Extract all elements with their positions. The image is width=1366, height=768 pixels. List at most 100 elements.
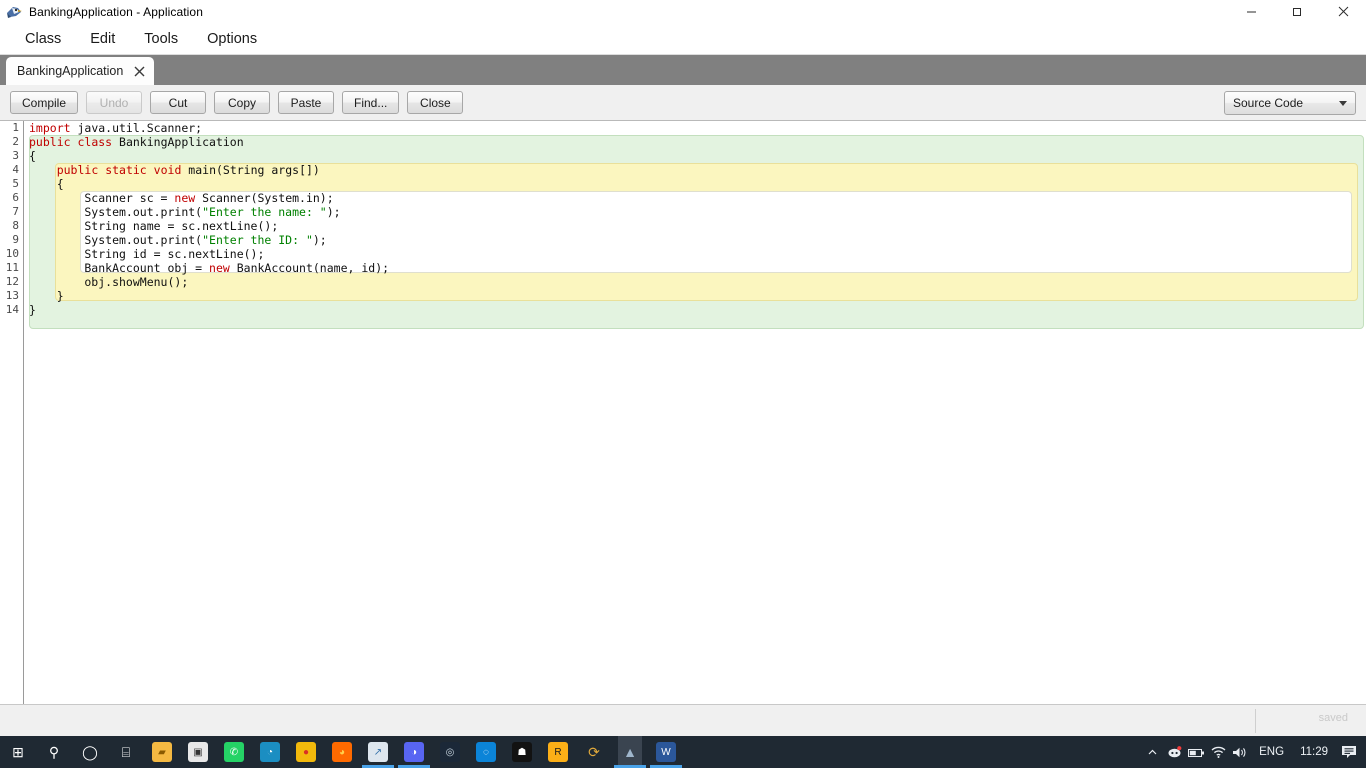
status-divider (1255, 709, 1256, 733)
firefox-icon-glyph: ◕ (332, 742, 352, 762)
line-number: 1 (12, 121, 19, 134)
line-number: 8 (12, 219, 19, 232)
code-line[interactable]: } (25, 303, 1366, 317)
microsoft-edge-icon[interactable]: ◔ (258, 736, 282, 768)
close-icon[interactable] (132, 64, 146, 78)
task-view-icon[interactable]: ⌸ (114, 736, 138, 768)
code-text: ); (326, 205, 341, 219)
code-text: String name = sc.nextLine(); (29, 219, 279, 233)
search-icon[interactable]: ⚲ (42, 736, 66, 768)
file-explorer-icon[interactable]: ▰ (150, 736, 174, 768)
bluej-bird-icon (5, 4, 23, 20)
view-selector-dropdown[interactable]: Source Code (1224, 91, 1356, 115)
code-text: BankAccount obj = (29, 261, 210, 275)
code-text: { (29, 177, 64, 191)
steam-icon[interactable]: ◎ (438, 736, 462, 768)
line-number: 6 (12, 191, 19, 204)
ubisoft-connect-icon-glyph: ◌ (476, 742, 496, 762)
google-chrome-icon[interactable]: ● (294, 736, 318, 768)
tab-bankingapplication[interactable]: BankingApplication (6, 57, 155, 85)
epic-games-icon[interactable]: ☗ (510, 736, 534, 768)
code-line[interactable]: import java.util.Scanner; (25, 121, 1366, 135)
rockstar-games-icon[interactable]: R (546, 736, 570, 768)
bluej-icon[interactable]: ▲ (614, 736, 646, 768)
code-line[interactable]: { (25, 149, 1366, 163)
language-indicator[interactable]: ENG (1251, 746, 1292, 758)
whatsapp-icon[interactable]: ✆ (222, 736, 246, 768)
line-number: 4 (12, 163, 19, 176)
bluej-icon-glyph: ▲ (623, 744, 637, 760)
microsoft-store-icon[interactable]: ▣ (186, 736, 210, 768)
maximize-icon[interactable] (1274, 0, 1320, 23)
task-manager-icon[interactable]: ↗ (362, 736, 394, 768)
start-icon[interactable]: ⊞ (6, 736, 30, 768)
menu-item-class[interactable]: Class (14, 28, 72, 50)
code-line[interactable]: obj.showMenu(); (25, 275, 1366, 289)
cut-button[interactable]: Cut (150, 91, 207, 114)
discord-icon[interactable]: ◑ (398, 736, 430, 768)
sync-loop-icon-glyph: ⟳ (588, 743, 600, 760)
close-icon[interactable] (1320, 0, 1366, 23)
microsoft-word-icon[interactable]: W (650, 736, 682, 768)
paste-button[interactable]: Paste (278, 91, 335, 114)
battery-icon[interactable] (1185, 736, 1207, 768)
wifi-icon[interactable] (1207, 736, 1229, 768)
code-text: BankingApplication (112, 135, 244, 149)
minimize-icon[interactable] (1228, 0, 1274, 23)
code-text: Scanner sc = (29, 191, 175, 205)
code-line[interactable]: System.out.print("Enter the name: "); (25, 205, 1366, 219)
discord-tray-icon[interactable] (1163, 736, 1185, 768)
task-view-icon-glyph: ⌸ (121, 743, 131, 760)
tab-label: BankingApplication (17, 64, 124, 78)
code-line[interactable]: public static void main(String args[]) (25, 163, 1366, 177)
close-button[interactable]: Close (407, 91, 464, 114)
code-area[interactable]: import java.util.Scanner; public class Ba… (25, 121, 1366, 704)
compile-button[interactable]: Compile (10, 91, 79, 114)
line-number: 10 (5, 247, 19, 260)
code-line[interactable]: public class BankingApplication (25, 135, 1366, 149)
sync-loop-icon[interactable]: ⟳ (582, 736, 606, 768)
notifications-icon[interactable] (1336, 736, 1362, 768)
code-line[interactable]: Scanner sc = new Scanner(System.in); (25, 191, 1366, 205)
code-text: String id = sc.nextLine(); (29, 247, 265, 261)
code-string: "Enter the ID: " (202, 233, 313, 247)
code-keyword: new (174, 191, 196, 205)
show-hidden-icons-chevron[interactable] (1141, 736, 1163, 768)
clock[interactable]: 11:29 (1292, 746, 1336, 758)
whatsapp-icon-glyph: ✆ (224, 742, 244, 762)
firefox-icon[interactable]: ◕ (330, 736, 354, 768)
code-line[interactable]: BankAccount obj = new BankAccount(name, … (25, 261, 1366, 275)
window-controls (1228, 0, 1366, 23)
code-line[interactable]: { (25, 177, 1366, 191)
code-line[interactable]: System.out.print("Enter the ID: "); (25, 233, 1366, 247)
code-text: Scanner(System.in); (195, 191, 334, 205)
line-number-gutter: 1 2 3 4 5 6 7 8 9 10 11 12 13 14 (0, 121, 24, 704)
cortana-icon-glyph: ◯ (82, 743, 98, 760)
code-line[interactable]: } (25, 289, 1366, 303)
code-text: ); (312, 233, 327, 247)
code-text: System.out.print( (29, 205, 203, 219)
file-explorer-icon-glyph: ▰ (152, 742, 172, 762)
menu-item-tools[interactable]: Tools (133, 28, 189, 50)
menu-item-options[interactable]: Options (196, 28, 268, 50)
code-editor[interactable]: 1 2 3 4 5 6 7 8 9 10 11 12 13 14 import java.util.Sca… (0, 121, 1366, 704)
google-chrome-icon-glyph: ● (296, 742, 316, 762)
ubisoft-connect-icon[interactable]: ◌ (474, 736, 498, 768)
code-line[interactable]: String name = sc.nextLine(); (25, 219, 1366, 233)
copy-button[interactable]: Copy (214, 91, 271, 114)
code-text: System.out.print( (29, 233, 203, 247)
cortana-icon[interactable]: ◯ (78, 736, 102, 768)
code-lines[interactable]: import java.util.Scanner; public class Ba… (25, 121, 1366, 317)
find-button[interactable]: Find... (342, 91, 400, 114)
system-tray: ENG 11:29 (1141, 736, 1366, 768)
code-line[interactable]: String id = sc.nextLine(); (25, 247, 1366, 261)
menu-item-edit[interactable]: Edit (79, 28, 126, 50)
view-selector-value: Source Code (1233, 96, 1304, 110)
start-icon-glyph: ⊞ (12, 743, 24, 760)
bluej-editor-window: BankingApplication - Application Class E… (0, 0, 1366, 768)
code-string: "Enter the name: " (202, 205, 327, 219)
volume-icon[interactable] (1229, 736, 1251, 768)
line-number: 9 (12, 233, 19, 246)
title-bar: BankingApplication - Application (0, 0, 1366, 23)
